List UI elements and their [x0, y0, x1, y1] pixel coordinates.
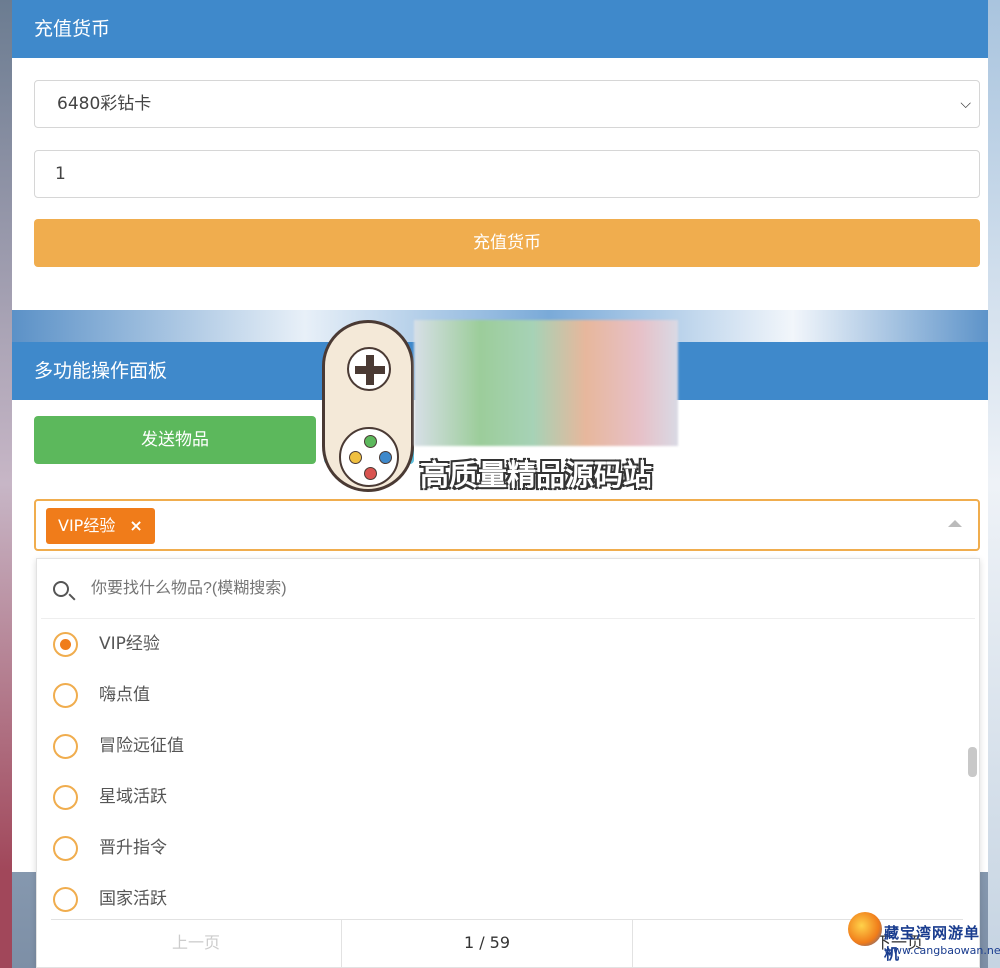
item-option[interactable]: 星域活跃	[37, 772, 979, 823]
item-option-list: VIP经验 嗨点值 冒险远征值 星域活跃 晋升指令 国家活跃	[37, 619, 979, 925]
recharge-button[interactable]: 充值货币	[34, 219, 980, 267]
quantity-input[interactable]: 1	[34, 150, 980, 198]
chevron-down-icon: ⌵	[960, 96, 971, 112]
item-option[interactable]: 晋升指令	[37, 823, 979, 874]
radio-icon[interactable]	[53, 683, 78, 708]
caret-up-icon[interactable]	[948, 520, 962, 527]
item-option[interactable]: 国家活跃	[37, 874, 979, 925]
background-left	[0, 0, 12, 968]
currency-select[interactable]: 6480彩钻卡 ⌵	[34, 80, 980, 128]
item-multi-select[interactable]: VIP经验 ×	[34, 499, 980, 551]
item-option[interactable]: 嗨点值	[37, 670, 979, 721]
item-option[interactable]: VIP经验	[37, 619, 979, 670]
radio-icon[interactable]	[53, 887, 78, 912]
item-option-label: VIP经验	[99, 634, 160, 654]
item-option-label: 嗨点值	[99, 685, 150, 705]
overlay-caption: 高质量精品源码站	[420, 458, 653, 492]
currency-select-value: 6480彩钻卡	[57, 94, 152, 114]
selected-item-tag: VIP经验 ×	[46, 508, 155, 544]
radio-icon[interactable]	[53, 836, 78, 861]
radio-icon[interactable]	[53, 734, 78, 759]
gamepad-buttons-icon	[339, 427, 399, 487]
close-icon[interactable]: ×	[129, 516, 142, 535]
button-yellow-icon	[349, 451, 362, 464]
blurred-logo-image	[414, 320, 678, 446]
site-watermark: 藏宝湾网游单机 www.cangbaowan.net	[848, 910, 1000, 963]
button-blue-icon	[379, 451, 392, 464]
background-right	[988, 0, 1000, 968]
page-indicator: 1 / 59	[342, 920, 633, 967]
watermark-url: www.cangbaowan.net	[884, 944, 1000, 957]
selected-item-tag-label: VIP经验	[58, 516, 116, 535]
prev-page-button[interactable]: 上一页	[51, 920, 342, 967]
item-option-label: 冒险远征值	[99, 736, 184, 756]
radio-icon[interactable]	[53, 632, 78, 657]
button-green-icon	[364, 435, 377, 448]
dropdown-pager: 上一页 1 / 59 下一页	[51, 919, 963, 967]
item-dropdown: VIP经验 嗨点值 冒险远征值 星域活跃 晋升指令 国家活跃 上一页 1 / 5…	[36, 558, 980, 968]
dropdown-search-row	[41, 559, 975, 619]
item-option-label: 国家活跃	[99, 889, 167, 909]
dropdown-scrollbar[interactable]	[968, 747, 977, 777]
gamepad-mascot-icon	[322, 320, 414, 492]
search-icon	[53, 581, 69, 597]
item-search-input[interactable]	[91, 559, 971, 619]
item-option-label: 晋升指令	[99, 838, 167, 858]
dpad-icon	[347, 347, 391, 391]
watermark-logo-icon	[848, 912, 882, 946]
item-option-label: 星域活跃	[99, 787, 167, 807]
item-option[interactable]: 冒险远征值	[37, 721, 979, 772]
send-item-button[interactable]: 发送物品	[34, 416, 316, 464]
radio-icon[interactable]	[53, 785, 78, 810]
button-red-icon	[364, 467, 377, 480]
recharge-panel-title: 充值货币	[12, 0, 988, 58]
recharge-panel: 充值货币 6480彩钻卡 ⌵ 1 充值货币	[12, 0, 988, 310]
watermark-title: 藏宝湾网游单机	[884, 924, 981, 963]
